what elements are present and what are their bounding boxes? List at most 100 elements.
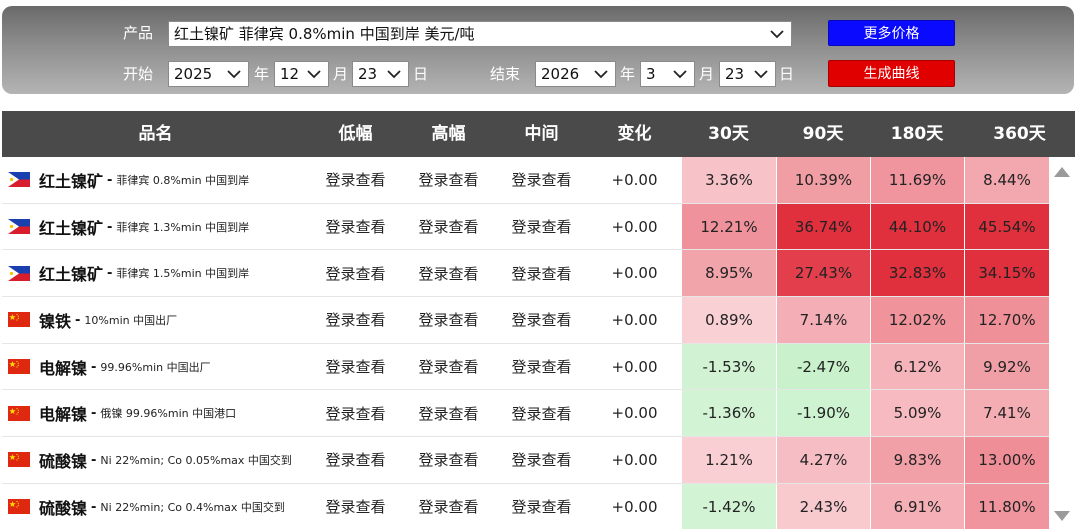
product-name[interactable]: 红土镍矿: [39, 168, 103, 192]
triangle-up-icon[interactable]: [1053, 166, 1071, 178]
change-value: +0.00: [611, 357, 658, 376]
high-price-login[interactable]: 登录查看: [402, 297, 495, 343]
change-360d: 12.70%: [964, 297, 1049, 343]
mid-price-login[interactable]: 登录查看: [495, 390, 588, 436]
day-unit: 日: [779, 65, 795, 83]
header-high: 高幅: [431, 124, 466, 144]
high-price-login[interactable]: 登录查看: [402, 390, 495, 436]
product-spec-wrap: -99.96%min 中国出厂: [91, 359, 211, 375]
low-price-login[interactable]: 登录查看: [309, 204, 402, 250]
start-month-select[interactable]: 12: [274, 61, 329, 87]
change-30d: 3.36%: [681, 157, 776, 203]
product-cell[interactable]: 红土镍矿 - 菲律宾 0.8%min 中国到岸: [2, 157, 309, 203]
china-flag-icon: [8, 359, 30, 375]
change-30d: 0.89%: [681, 297, 776, 343]
start-year-select[interactable]: 2025: [168, 61, 249, 87]
china-flag-icon: [8, 499, 30, 515]
mid-price-login[interactable]: 登录查看: [495, 250, 588, 296]
product-spec-wrap: -10%min 中国出厂: [75, 312, 177, 328]
product-name[interactable]: 硫酸镍: [39, 448, 87, 472]
product-spec-wrap: - 菲律宾 1.3%min 中国到岸: [107, 219, 249, 235]
product-select[interactable]: 红土镍矿 菲律宾 0.8%min 中国到岸 美元/吨: [168, 21, 792, 47]
china-flag-icon: [8, 312, 30, 328]
product-name[interactable]: 红土镍矿: [39, 215, 103, 239]
end-month-select[interactable]: 3: [640, 61, 695, 87]
end-year-select[interactable]: 2026: [535, 61, 616, 87]
table-row[interactable]: 电解镍 -99.96%min 中国出厂 登录查看 登录查看 登录查看 +0.00 -1.53…: [2, 343, 1049, 391]
product-cell[interactable]: 红土镍矿 - 菲律宾 1.3%min 中国到岸: [2, 204, 309, 250]
change-180d: 6.91%: [870, 483, 964, 529]
end-day-value: 23: [725, 65, 745, 83]
product-cell[interactable]: 电解镍 -99.96%min 中国出厂: [2, 344, 309, 390]
change-30d: 1.21%: [681, 437, 776, 483]
product-name[interactable]: 红土镍矿: [39, 261, 103, 285]
table-row[interactable]: 红土镍矿 - 菲律宾 1.5%min 中国到岸 登录查看 登录查看 登录查看 +0.00 8.…: [2, 250, 1049, 298]
product-name[interactable]: 电解镍: [39, 401, 87, 425]
high-price-login[interactable]: 登录查看: [402, 204, 495, 250]
product-name[interactable]: 硫酸镍: [39, 495, 87, 519]
table-row[interactable]: 镍铁 -10%min 中国出厂 登录查看 登录查看 登录查看 +0.00 0.89% 7.14…: [2, 297, 1049, 344]
start-label: 开始: [123, 65, 154, 83]
low-price-login[interactable]: 登录查看: [309, 157, 402, 203]
table-row[interactable]: 硫酸镍 - Ni 22%min; Co 0.05%max 中国交到 登录查看 登录查看登…: [2, 437, 1049, 484]
start-day-select[interactable]: 23: [352, 61, 409, 87]
product-name[interactable]: 电解镍: [39, 355, 87, 379]
high-price-login[interactable]: 登录查看: [402, 344, 495, 390]
scrollbar[interactable]: [1049, 157, 1075, 529]
end-day-select[interactable]: 23: [719, 61, 776, 87]
change-90d: 27.43%: [776, 250, 870, 297]
mid-price-login[interactable]: 登录查看: [495, 157, 588, 203]
table-row[interactable]: 红土镍矿 - 菲律宾 0.8%min 中国到岸 登录查看 登录查看 登录查看 +0.00 3.…: [2, 157, 1049, 204]
more-prices-button[interactable]: 更多价格: [828, 20, 955, 46]
product-spec: 10%min 中国出厂: [84, 313, 178, 327]
month-unit: 月: [333, 65, 349, 83]
triangle-down-icon[interactable]: [1053, 510, 1071, 522]
change-90d: 2.43%: [776, 483, 870, 529]
low-price-login[interactable]: 登录查看: [309, 437, 402, 483]
header-change: 变化: [617, 124, 652, 144]
high-price-login[interactable]: 登录查看: [402, 484, 495, 529]
product-cell[interactable]: 硫酸镍 - Ni 22%min; Co 0.4%max 中国交到: [2, 484, 309, 529]
end-year-value: 2026: [541, 65, 580, 83]
chevron-down-icon: [754, 70, 768, 79]
product-spec-wrap: - 菲律宾 0.8%min 中国到岸: [107, 172, 249, 188]
product-cell[interactable]: 电解镍 - 俄镍 99.96%min 中国港口: [2, 390, 309, 436]
mid-price-login[interactable]: 登录查看: [495, 344, 588, 390]
filter-panel: 产品 红土镍矿 菲律宾 0.8%min 中国到岸 美元/吨 更多价格 开始 20…: [2, 6, 1074, 94]
change-360d: 13.00%: [964, 437, 1049, 483]
separator-dash: -: [91, 452, 97, 468]
product-cell[interactable]: 镍铁 -10%min 中国出厂: [2, 297, 309, 343]
table-row[interactable]: 电解镍 - 俄镍 99.96%min 中国港口 登录查看 登录查看 登录查看 +0.00 -1…: [2, 390, 1049, 438]
product-cell[interactable]: 硫酸镍 - Ni 22%min; Co 0.05%max 中国交到: [2, 437, 309, 483]
separator-dash: -: [107, 266, 113, 282]
product-select-value: 红土镍矿 菲律宾 0.8%min 中国到岸 美元/吨: [174, 25, 475, 43]
end-month-value: 3: [646, 65, 656, 83]
mid-price-login[interactable]: 登录查看: [495, 484, 588, 529]
product-cell[interactable]: 红土镍矿 - 菲律宾 1.5%min 中国到岸: [2, 250, 309, 296]
mid-price-login[interactable]: 登录查看: [495, 297, 588, 343]
low-price-login[interactable]: 登录查看: [309, 297, 402, 343]
high-price-login[interactable]: 登录查看: [402, 250, 495, 296]
product-label: 产品: [123, 24, 154, 42]
separator-dash: -: [91, 359, 97, 375]
generate-curve-button[interactable]: 生成曲线: [828, 60, 955, 87]
change-value: +0.00: [611, 404, 658, 423]
separator-dash: -: [107, 172, 113, 188]
change-360d: 45.54%: [964, 203, 1049, 250]
high-price-login[interactable]: 登录查看: [402, 437, 495, 483]
high-price-login[interactable]: 登录查看: [402, 157, 495, 203]
low-price-login[interactable]: 登录查看: [309, 390, 402, 436]
table-row[interactable]: 红土镍矿 - 菲律宾 1.3%min 中国到岸 登录查看 登录查看 登录查看 +0.00 12…: [2, 203, 1049, 251]
chevron-down-icon: [387, 70, 401, 79]
product-name[interactable]: 镍铁: [39, 308, 71, 332]
table-row[interactable]: 硫酸镍 - Ni 22%min; Co 0.4%max 中国交到 登录查看 登录查看 登录…: [2, 483, 1049, 529]
low-price-login[interactable]: 登录查看: [309, 250, 402, 296]
mid-price-login[interactable]: 登录查看: [495, 204, 588, 250]
product-spec: 俄镍 99.96%min 中国港口: [100, 407, 237, 421]
change-90d: 36.74%: [776, 203, 870, 250]
change-360d: 7.41%: [964, 390, 1049, 437]
low-price-login[interactable]: 登录查看: [309, 484, 402, 529]
low-price-login[interactable]: 登录查看: [309, 344, 402, 390]
mid-price-login[interactable]: 登录查看: [495, 437, 588, 483]
philippines-flag-icon: [8, 265, 30, 281]
